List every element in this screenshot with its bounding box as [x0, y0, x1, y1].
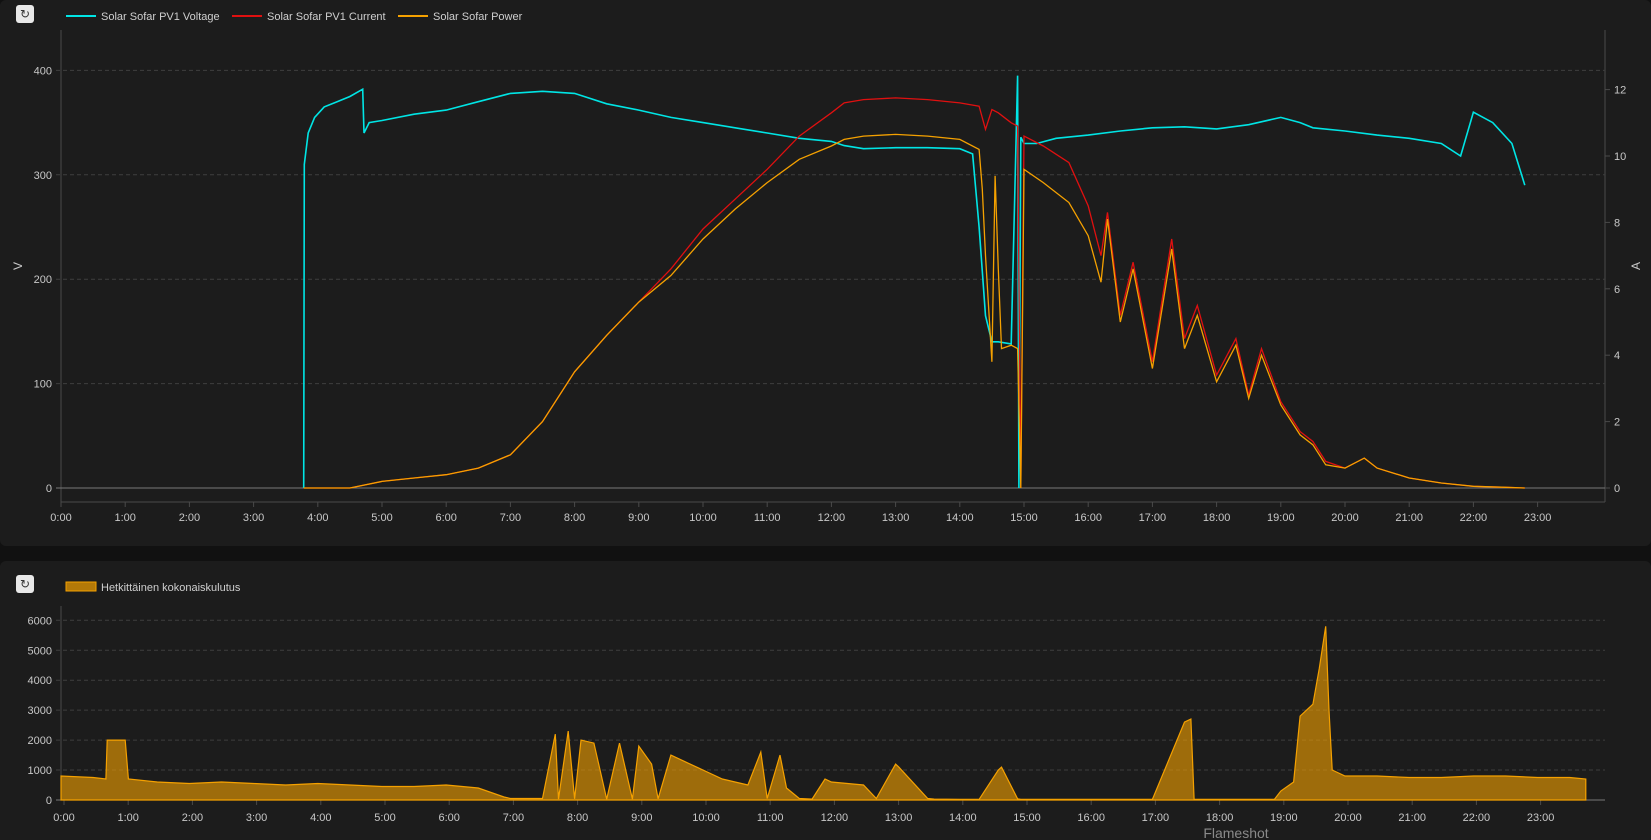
y-tick-label: 6000 [28, 615, 52, 627]
x-tick-label: 5:00 [374, 812, 395, 824]
x-tick-label: 21:00 [1398, 812, 1426, 824]
y-tick-label: 1000 [28, 765, 52, 777]
watermark-text: Flameshot [1203, 825, 1268, 840]
x-tick-label: 19:00 [1270, 812, 1298, 824]
x-tick-label: 12:00 [821, 812, 849, 824]
x-tick-label: 13:00 [885, 812, 913, 824]
x-tick-label: 4:00 [310, 812, 331, 824]
x-tick-label: 8:00 [567, 812, 588, 824]
x-tick-label: 17:00 [1142, 812, 1170, 824]
y-tick-label: 2000 [28, 735, 52, 747]
x-tick-label: 15:00 [1013, 812, 1041, 824]
x-tick-label: 20:00 [1334, 812, 1362, 824]
x-tick-label: 7:00 [503, 812, 524, 824]
x-tick-label: 2:00 [182, 812, 203, 824]
x-tick-label: 6:00 [438, 812, 459, 824]
y-tick-label: 3000 [28, 705, 52, 717]
y-tick-label: 4000 [28, 675, 52, 687]
x-tick-label: 16:00 [1077, 812, 1105, 824]
x-tick-label: 18:00 [1206, 812, 1234, 824]
x-tick-label: 11:00 [757, 812, 784, 824]
legend-label: Hetkittäinen kokonaiskulutus [101, 582, 241, 594]
consumption-chart: 0 1000 2000 3000 4000 5000 6000 0:00 1:00 2:00 3:0… [28, 581, 1605, 840]
x-tick-label: 0:00 [53, 812, 74, 824]
y-tick-label: 5000 [28, 645, 52, 657]
y-tick-label: 0 [46, 795, 52, 807]
x-tick-label: 9:00 [631, 812, 652, 824]
x-tick-label: 3:00 [246, 812, 267, 824]
x-tick-label: 10:00 [692, 812, 720, 824]
x-tick-label: 1:00 [117, 812, 138, 824]
x-tick-label: 22:00 [1463, 812, 1491, 824]
x-tick-label: 14:00 [949, 812, 977, 824]
legend-swatch [65, 581, 97, 592]
series-area-consumption [60, 626, 1587, 801]
x-tick-label: 23:00 [1527, 812, 1555, 824]
